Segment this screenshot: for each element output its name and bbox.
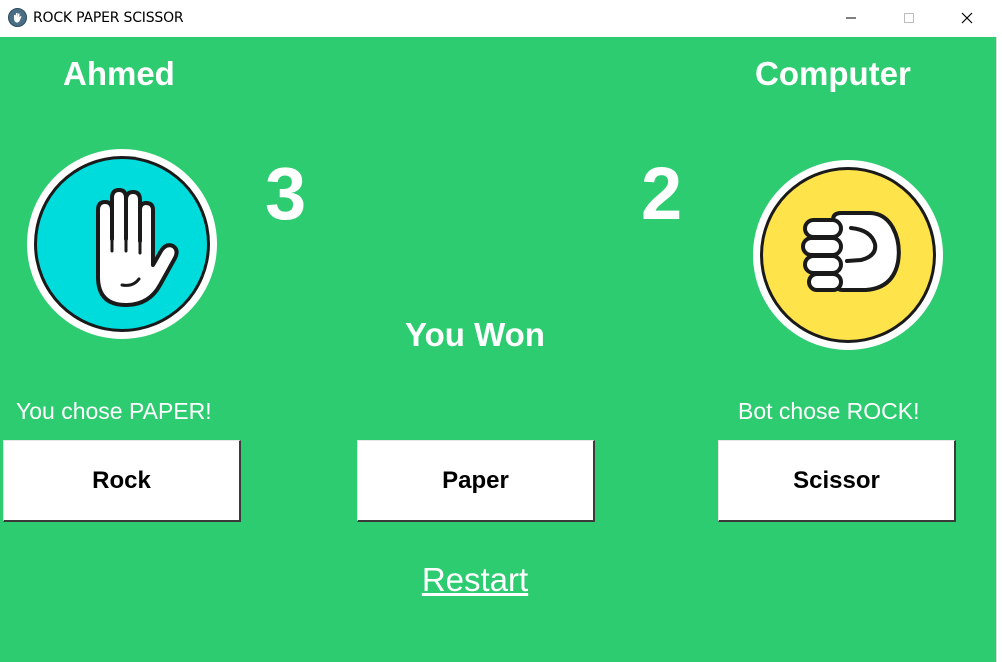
title-bar: ROCK PAPER SCISSOR xyxy=(0,0,1002,37)
app-icon xyxy=(8,8,27,27)
bot-name: Computer xyxy=(755,55,911,92)
paper-hand-icon xyxy=(27,149,217,339)
paper-button[interactable]: Paper xyxy=(357,440,595,522)
window-title: ROCK PAPER SCISSOR xyxy=(33,10,184,26)
scissor-button[interactable]: Scissor xyxy=(718,440,956,522)
player-hand-image xyxy=(25,147,219,341)
maximize-icon xyxy=(904,13,914,23)
background-window-edge xyxy=(996,37,1002,662)
bot-score: 2 xyxy=(641,152,683,235)
maximize-button[interactable] xyxy=(880,0,938,36)
result-text: You Won xyxy=(405,316,545,353)
player-score: 3 xyxy=(265,152,307,235)
rock-button[interactable]: Rock xyxy=(3,440,241,522)
close-icon xyxy=(961,12,973,24)
bot-hand-image xyxy=(751,158,945,352)
game-canvas: Ahmed Computer 3 2 You Won You chose PAP… xyxy=(0,37,996,662)
player-choice-text: You chose PAPER! xyxy=(16,398,212,424)
close-button[interactable] xyxy=(938,0,996,36)
minimize-icon xyxy=(846,17,856,19)
bot-choice-text: Bot chose ROCK! xyxy=(738,398,920,424)
rock-fist-icon xyxy=(753,160,943,350)
player-name: Ahmed xyxy=(63,55,175,92)
minimize-button[interactable] xyxy=(822,0,880,36)
restart-link[interactable]: Restart xyxy=(380,561,570,599)
